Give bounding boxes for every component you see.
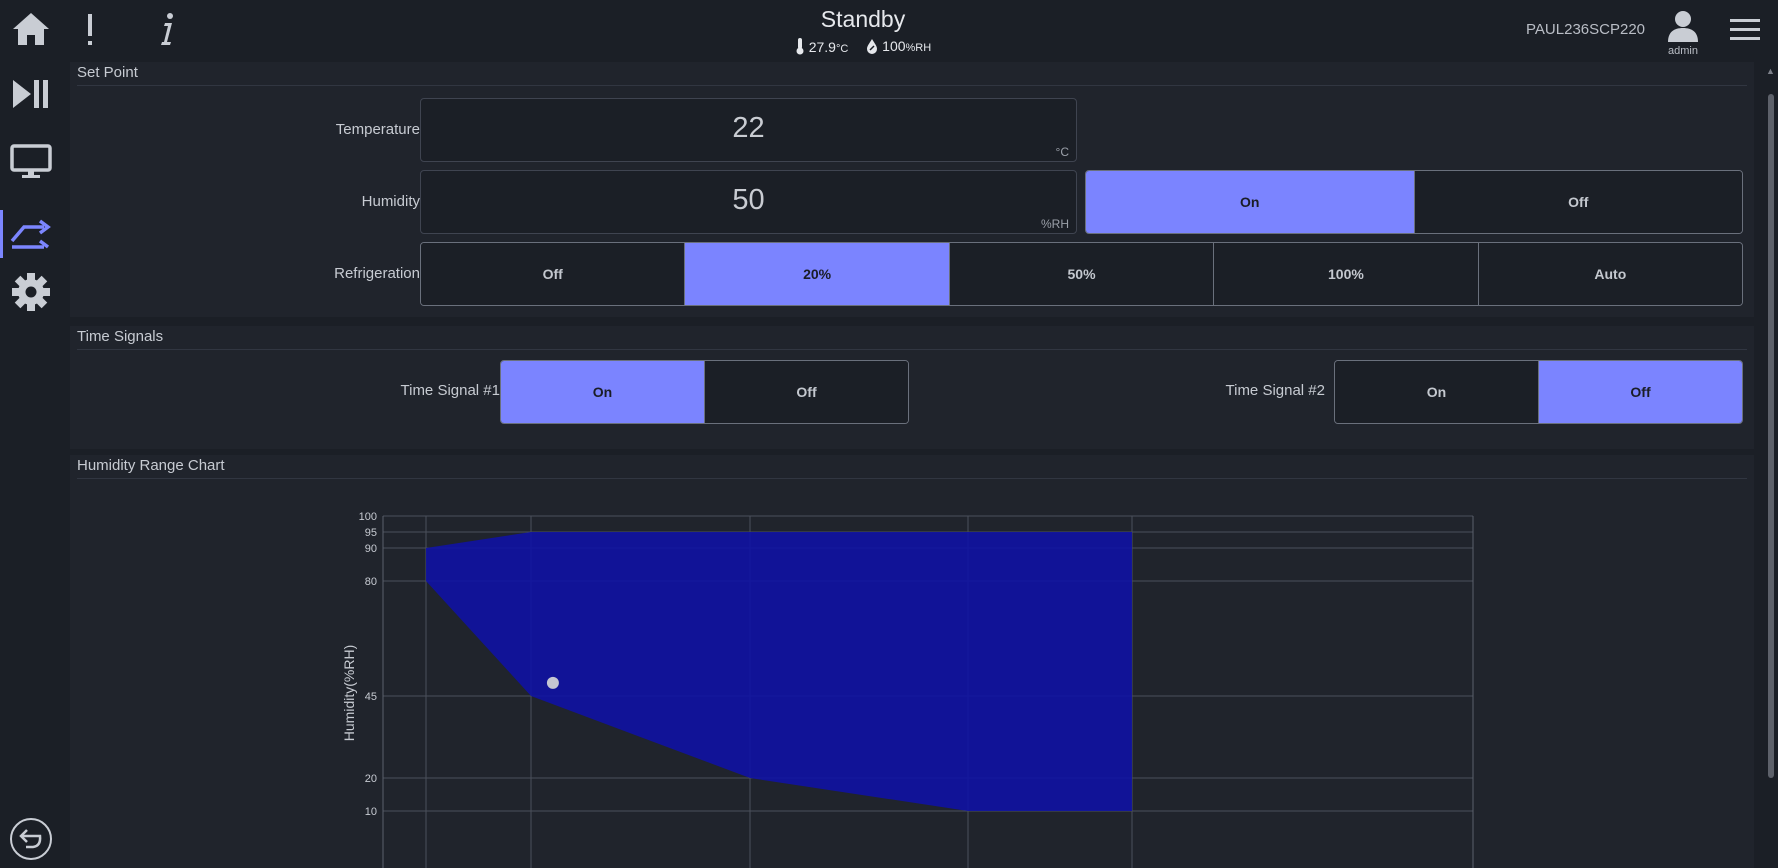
hamburger-menu-icon[interactable] xyxy=(1728,16,1762,44)
status-title: Standby xyxy=(820,6,906,32)
home-icon[interactable] xyxy=(10,10,52,48)
current-humidity: 100%RH xyxy=(866,38,931,54)
thermometer-icon xyxy=(796,38,804,55)
divider xyxy=(77,349,1747,350)
refrigeration-option-20[interactable]: 20% xyxy=(685,243,950,305)
set-point-panel: Set Point Temperature 22 °C Humidity 50 … xyxy=(70,62,1754,317)
temperature-label: Temperature xyxy=(335,121,420,138)
time-signal-2-off-button[interactable]: Off xyxy=(1539,361,1742,423)
gear-icon xyxy=(12,273,50,311)
refrigeration-option-off[interactable]: Off xyxy=(421,243,686,305)
temperature-setpoint-field[interactable]: 22 °C xyxy=(420,98,1077,162)
device-name: PAUL236SCP220 xyxy=(1526,21,1645,38)
humidity-range-chart-panel: Humidity Range Chart 10 20 45 80 90 95 100 Humi… xyxy=(70,455,1754,868)
time-signal-1-toggle: On Off xyxy=(500,360,909,424)
refrigeration-label: Refrigeration xyxy=(334,265,420,282)
temperature-setpoint-value: 22 xyxy=(732,112,765,144)
y-tick-label: 10 xyxy=(365,806,377,818)
refrigeration-selector: Off 20% 50% 100% Auto xyxy=(420,242,1743,306)
refrigeration-option-100[interactable]: 100% xyxy=(1214,243,1479,305)
humidity-off-button[interactable]: Off xyxy=(1414,171,1742,233)
panel-title: Time Signals xyxy=(77,328,164,345)
alert-icon[interactable] xyxy=(80,10,100,48)
user-icon xyxy=(1668,11,1698,42)
divider xyxy=(77,85,1747,86)
time-signal-1-on-button[interactable]: On xyxy=(501,361,705,423)
scroll-up-icon[interactable]: ▲ xyxy=(1766,66,1775,76)
humidity-setpoint-field[interactable]: 50 %RH xyxy=(420,170,1077,234)
user-label: admin xyxy=(1668,45,1698,57)
monitor-icon xyxy=(10,144,52,178)
panel-title: Set Point xyxy=(77,64,138,81)
time-signals-panel: Time Signals Time Signal #1 On Off Time … xyxy=(70,326,1754,449)
humidity-label: Humidity xyxy=(361,193,420,210)
status-readings: 27.9°C 100%RH xyxy=(760,37,966,55)
scroll-thumb[interactable] xyxy=(1768,94,1774,778)
play-pause-icon xyxy=(13,80,48,108)
current-temperature: 27.9°C xyxy=(795,37,848,55)
refrigeration-option-50[interactable]: 50% xyxy=(949,243,1215,305)
time-signal-2-toggle: On Off xyxy=(1334,360,1743,424)
back-icon xyxy=(10,818,52,860)
temperature-unit: °C xyxy=(1055,145,1069,159)
transfer-arrows-icon xyxy=(10,219,51,249)
machine-status: Standby 27.9°C 100%RH xyxy=(760,6,966,55)
main-content: Set Point Temperature 22 °C Humidity 50 … xyxy=(62,62,1762,868)
time-signal-1-off-button[interactable]: Off xyxy=(705,361,908,423)
y-tick-label: 20 xyxy=(365,773,377,785)
refrigeration-option-auto[interactable]: Auto xyxy=(1478,243,1742,305)
humidity-range-chart: 10 20 45 80 90 95 100 Humidity(%RH) xyxy=(341,511,1474,868)
scrollbar[interactable]: ▲ xyxy=(1764,62,1778,868)
current-condition-point xyxy=(546,676,559,689)
y-tick-label: 80 xyxy=(365,576,377,588)
humidity-toggle: On Off xyxy=(1085,170,1743,234)
y-axis-label: Humidity(%RH) xyxy=(341,645,357,741)
y-tick-label: 45 xyxy=(365,691,377,703)
y-tick-label: 100 xyxy=(359,511,377,523)
humidity-on-button[interactable]: On xyxy=(1086,171,1415,233)
info-icon[interactable] xyxy=(152,10,182,48)
humidity-unit: %RH xyxy=(1040,217,1069,231)
top-bar: Standby 27.9°C 100%RH PAUL236SCP220 admi… xyxy=(0,0,1778,62)
y-tick-label: 95 xyxy=(365,527,377,539)
time-signal-1-label: Time Signal #1 xyxy=(400,382,501,399)
sidebar-item-settings[interactable] xyxy=(0,248,62,336)
y-tick-label: 90 xyxy=(365,543,377,555)
sidebar-item-monitor[interactable] xyxy=(0,130,62,194)
humidity-setpoint-value: 50 xyxy=(732,184,765,216)
humidity-range-area xyxy=(426,532,1132,811)
sidebar-item-run-control[interactable] xyxy=(0,62,62,126)
time-signal-2-on-button[interactable]: On xyxy=(1335,361,1539,423)
sidebar xyxy=(0,62,62,868)
user-account[interactable]: admin xyxy=(1660,8,1706,57)
back-button[interactable] xyxy=(0,814,62,864)
time-signal-2-label: Time Signal #2 xyxy=(1225,382,1326,399)
humidity-drop-icon xyxy=(867,39,878,54)
